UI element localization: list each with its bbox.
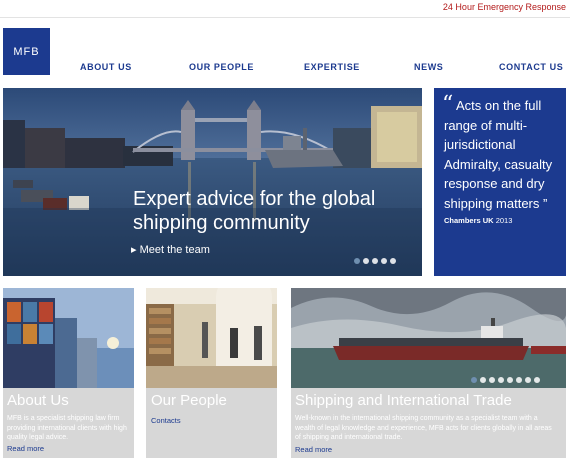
top-bar: 24 Hour Emergency Response <box>0 0 570 18</box>
shipping-slide-indicator <box>471 377 540 383</box>
shipping-slide-dot-3[interactable] <box>489 377 495 383</box>
our-people-image <box>146 288 277 388</box>
shipping-slide-dot-7[interactable] <box>525 377 531 383</box>
about-us-text: MFB is a specialist shipping law firm pr… <box>7 415 127 441</box>
nav-contact-us[interactable]: CONTACT US <box>499 62 563 72</box>
nav-about-us[interactable]: ABOUT US <box>80 62 132 72</box>
about-us-title: About Us <box>7 392 69 409</box>
hero-slide-dot-2[interactable] <box>363 258 369 264</box>
shipping-trade-title: Shipping and International Trade <box>295 392 512 409</box>
contacts-link[interactable]: Contacts <box>151 416 181 425</box>
chambers-quote: “ Acts on the full range of multi-jurisd… <box>434 88 566 276</box>
hero-slide-dot-3[interactable] <box>372 258 378 264</box>
shipping-slide-dot-1[interactable] <box>471 377 477 383</box>
hero-slide-dot-5[interactable] <box>390 258 396 264</box>
about-us-read-more[interactable]: Read more <box>7 444 44 453</box>
quote-source: Chambers UK 2013 <box>444 216 512 225</box>
card-our-people[interactable]: Our People Contacts <box>146 288 277 458</box>
shipping-slide-dot-4[interactable] <box>498 377 504 383</box>
meet-the-team-link[interactable]: ▸ Meet the team <box>131 243 210 256</box>
nav-news[interactable]: NEWS <box>414 62 443 72</box>
shipping-slide-dot-8[interactable] <box>534 377 540 383</box>
about-us-image <box>3 288 134 388</box>
shipping-slide-dot-6[interactable] <box>516 377 522 383</box>
shipping-trade-text: Well-known in the international shipping… <box>295 415 552 441</box>
nav-expertise[interactable]: EXPERTISE <box>304 62 360 72</box>
emergency-response-link[interactable]: 24 Hour Emergency Response <box>443 2 566 12</box>
card-shipping-trade[interactable]: Shipping and International Trade Well-kn… <box>291 288 566 458</box>
shipping-trade-read-more[interactable]: Read more <box>295 445 332 454</box>
hero-headline: Expert advice for the global shipping co… <box>133 188 376 234</box>
shipping-trade-image <box>291 288 566 388</box>
tower-bridge-photo <box>3 88 422 276</box>
shipping-slide-dot-5[interactable] <box>507 377 513 383</box>
hero-slide-dot-4[interactable] <box>381 258 387 264</box>
our-people-title: Our People <box>151 392 227 409</box>
quote-source-name: Chambers UK <box>444 216 494 225</box>
chevron-right-icon: ▸ <box>131 244 140 256</box>
meet-the-team-label: Meet the team <box>139 244 210 256</box>
quote-text: Acts on the full range of multi-jurisdic… <box>444 98 553 211</box>
logo-text: MFB <box>13 45 40 58</box>
hero-slide-dot-1[interactable] <box>354 258 360 264</box>
shipping-slide-dot-2[interactable] <box>480 377 486 383</box>
card-about-us[interactable]: About Us MFB is a specialist shipping la… <box>3 288 134 458</box>
main-nav: ABOUT US OUR PEOPLE EXPERTISE NEWS CONTA… <box>0 62 570 76</box>
hero-slideshow[interactable]: Expert advice for the global shipping co… <box>3 88 422 276</box>
hero-slide-indicator <box>354 258 396 264</box>
nav-our-people[interactable]: OUR PEOPLE <box>189 62 254 72</box>
quote-source-year: 2013 <box>495 216 513 225</box>
